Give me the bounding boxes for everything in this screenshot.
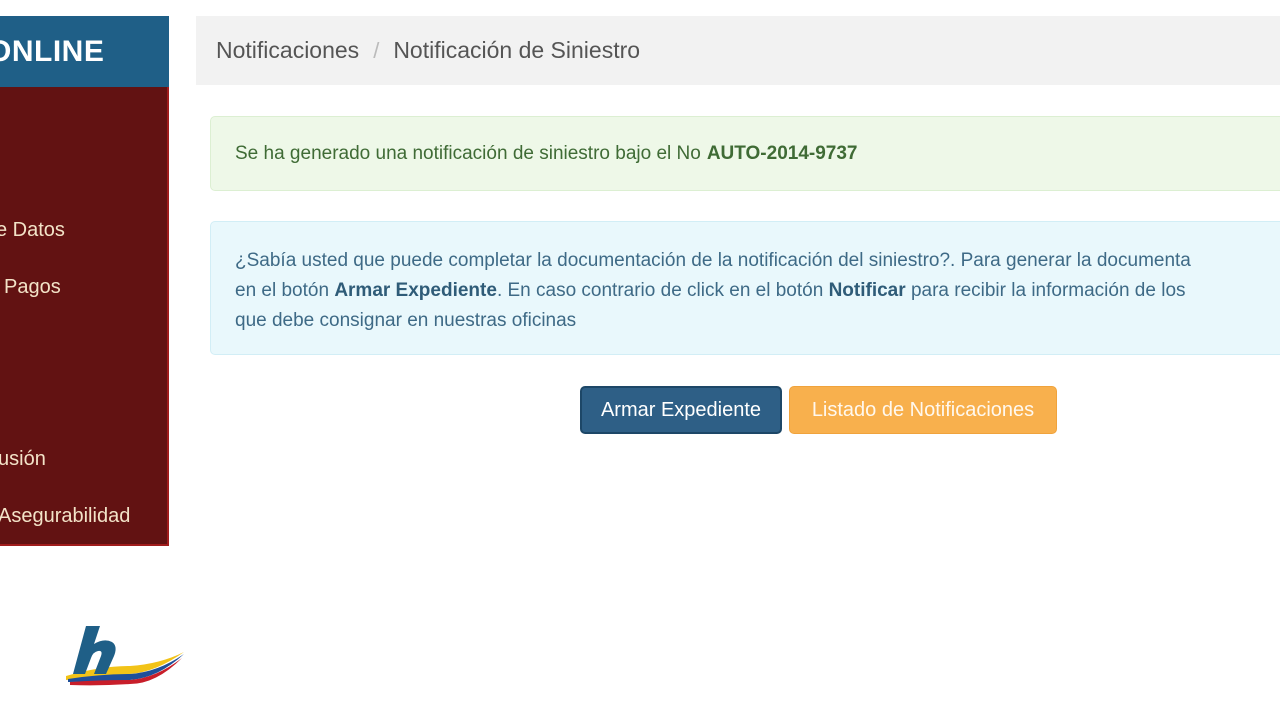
sidebar-item-exclusion[interactable]: usión (0, 448, 46, 471)
breadcrumb: Notificaciones / Notificación de Siniest… (196, 16, 1280, 85)
info-alert-line-3: que debe consignar en nuestras oficinas (235, 310, 577, 331)
sidebar-item-datos[interactable]: e Datos (0, 219, 65, 242)
success-alert: Se ha generado una notificación de sinie… (210, 116, 1280, 191)
info-alert-line-1: ¿Sabía usted que puede completar la docu… (235, 250, 1191, 271)
armar-expediente-button[interactable]: Armar Expediente (580, 386, 782, 434)
info-text: . En caso contrario de click en el botón (496, 280, 824, 301)
info-text: para recibir la información de los (910, 280, 1186, 301)
listado-notificaciones-button[interactable]: Listado de Notificaciones (789, 386, 1057, 434)
info-highlight-notificar: Notificar (828, 280, 906, 301)
breadcrumb-separator: / (373, 37, 380, 63)
claim-number: AUTO-2014-9737 (706, 142, 858, 164)
company-logo-icon (66, 626, 184, 686)
breadcrumb-parent-link[interactable]: Notificaciones (216, 37, 359, 64)
info-text: en el botón (235, 280, 330, 301)
sidebar-menu: e Datos Pagos usión Asegurabilidad (0, 87, 169, 546)
sidebar-item-asegurabilidad[interactable]: Asegurabilidad (0, 505, 130, 528)
sidebar-brand-text: ONLINE (0, 34, 105, 68)
sidebar-brand: ONLINE (0, 16, 169, 87)
info-alert-line-2: en el botón Armar Expediente. En caso co… (235, 276, 1280, 306)
breadcrumb-current: Notificación de Siniestro (393, 37, 641, 63)
success-alert-text: Se ha generado una notificación de sinie… (235, 142, 701, 164)
info-highlight-armar: Armar Expediente (334, 280, 497, 301)
sidebar-item-pagos[interactable]: Pagos (4, 276, 61, 299)
info-alert: ¿Sabía usted que puede completar la docu… (210, 221, 1280, 355)
